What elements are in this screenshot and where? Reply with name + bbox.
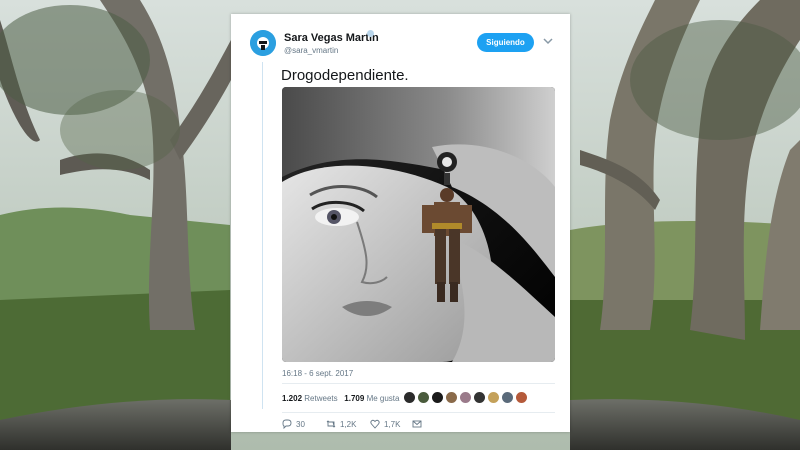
reply-count: 30 (296, 419, 305, 429)
liker-avatar[interactable] (403, 391, 416, 404)
tweet-photo[interactable] (282, 87, 555, 362)
liker-avatar[interactable] (431, 391, 444, 404)
liker-avatar[interactable] (459, 391, 472, 404)
liker-avatar[interactable] (445, 391, 458, 404)
retweet-button[interactable]: 1,2K (326, 419, 356, 429)
thread-line (262, 62, 263, 409)
like-count: 1,7K (384, 419, 401, 429)
divider (282, 412, 555, 413)
author-name[interactable]: Sara Vegas Martín (284, 32, 379, 44)
verified-icon (367, 30, 374, 37)
retweet-count: 1,2K (340, 419, 357, 429)
divider (282, 383, 555, 384)
likes-label[interactable]: Me gusta (367, 394, 400, 403)
tweet-stats: 1.202 Retweets 1.709 Me gusta (282, 394, 399, 403)
retweet-icon (326, 420, 336, 428)
follow-button[interactable]: Siguiendo (477, 33, 534, 52)
likes-count[interactable]: 1.709 (344, 394, 364, 403)
chevron-down-icon[interactable] (543, 37, 553, 45)
avatar-icon[interactable] (250, 30, 276, 56)
tweet-timestamp[interactable]: 16:18 - 6 sept. 2017 (282, 369, 353, 378)
liker-avatar[interactable] (473, 391, 486, 404)
envelope-icon (412, 420, 422, 428)
liker-avatar[interactable] (417, 391, 430, 404)
author-handle[interactable]: @sara_vmartin (284, 46, 338, 55)
like-button[interactable]: 1,7K (370, 419, 400, 429)
retweets-count[interactable]: 1.202 (282, 394, 302, 403)
retweets-label[interactable]: Retweets (304, 394, 337, 403)
reply-icon (282, 419, 292, 429)
heart-icon (370, 419, 380, 429)
tweet-text: Drogodependiente. (281, 67, 409, 84)
liker-avatar[interactable] (515, 391, 528, 404)
liker-avatar[interactable] (487, 391, 500, 404)
liker-avatar[interactable] (501, 391, 514, 404)
tweet-card: Sara Vegas Martín @sara_vmartin Siguiend… (231, 14, 570, 432)
reply-button[interactable]: 30 (282, 419, 305, 429)
message-button[interactable] (412, 419, 422, 429)
